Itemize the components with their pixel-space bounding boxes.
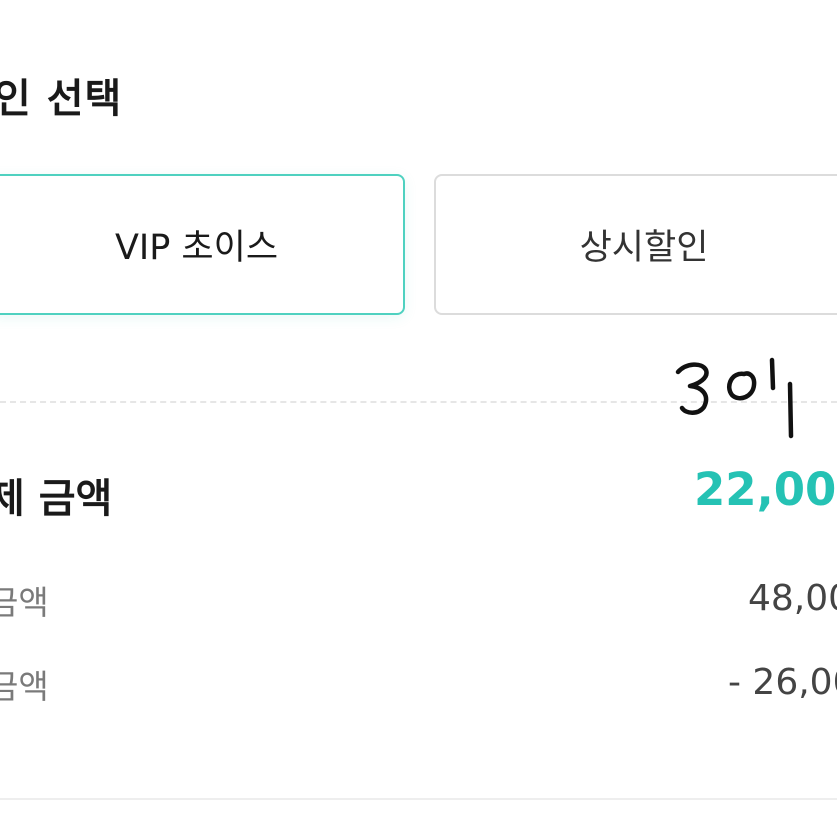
total-amount-label: 제 금액 <box>0 476 113 522</box>
bottom-divider <box>0 798 837 800</box>
option-label: VIP 초이스 <box>114 228 279 268</box>
option-regular-discount[interactable]: 상시할인 <box>434 174 837 315</box>
total-amount-value: 22,000 <box>694 463 837 516</box>
discount-amount-label: 금액 <box>0 667 49 706</box>
original-amount-label: 금액 <box>0 583 49 622</box>
option-label: 상시할인 <box>579 228 709 268</box>
option-vip-choice[interactable]: VIP 초이스 <box>0 174 405 315</box>
discount-amount-value: - 26,00 <box>728 662 837 703</box>
original-amount-value: 48,00 <box>748 578 837 619</box>
section-title: 인 선택 <box>0 76 123 122</box>
handwritten-note <box>675 357 794 439</box>
